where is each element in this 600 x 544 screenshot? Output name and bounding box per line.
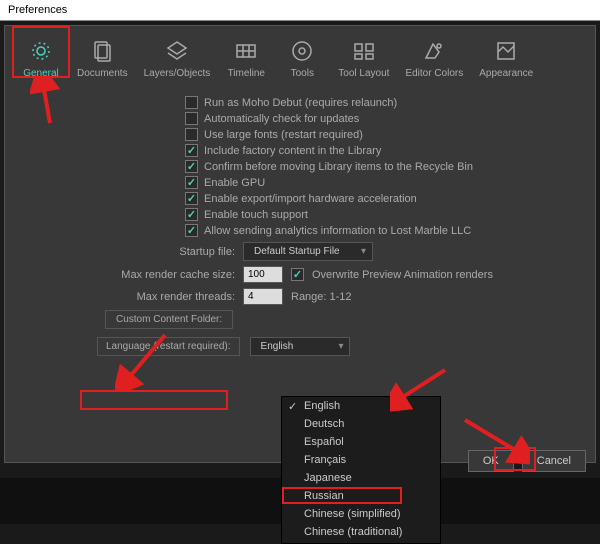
tab-label: Timeline bbox=[228, 68, 265, 79]
preferences-panel: General Documents Layers/Objects Timelin… bbox=[4, 25, 596, 463]
tab-label: Documents bbox=[77, 68, 128, 79]
title-bar: Preferences bbox=[0, 0, 600, 21]
checkbox-run-debut[interactable] bbox=[185, 96, 198, 109]
tab-label: Tool Layout bbox=[338, 68, 389, 79]
overwrite-label: Overwrite Preview Animation renders bbox=[312, 269, 493, 281]
checkbox-auto-update[interactable] bbox=[185, 112, 198, 125]
check-label: Run as Moho Debut (requires relaunch) bbox=[204, 97, 397, 109]
lang-option-chinese-traditional[interactable]: Chinese (traditional) bbox=[282, 523, 440, 543]
arrow-to-dropdown bbox=[390, 365, 450, 415]
tab-tools[interactable]: Tools bbox=[274, 32, 330, 83]
lang-option-japanese[interactable]: Japanese bbox=[282, 469, 440, 487]
gear-icon bbox=[28, 38, 54, 64]
check-label: Confirm before moving Library items to t… bbox=[204, 161, 473, 173]
arrow-to-ok bbox=[460, 415, 530, 465]
checkbox-factory-content[interactable] bbox=[185, 144, 198, 157]
check-label: Enable export/import hardware accelerati… bbox=[204, 193, 417, 205]
checkbox-confirm-recycle[interactable] bbox=[185, 160, 198, 173]
tab-general[interactable]: General bbox=[13, 32, 69, 83]
tab-appearance[interactable]: Appearance bbox=[471, 32, 541, 83]
tools-icon bbox=[289, 38, 315, 64]
tab-editor-colors[interactable]: Editor Colors bbox=[397, 32, 471, 83]
check-label: Automatically check for updates bbox=[204, 113, 359, 125]
threads-range: Range: 1-12 bbox=[291, 291, 352, 303]
layers-icon bbox=[164, 38, 190, 64]
tab-label: Layers/Objects bbox=[144, 68, 211, 79]
cache-size-input[interactable] bbox=[243, 266, 283, 283]
lang-option-russian[interactable]: Russian bbox=[282, 487, 440, 505]
tab-label: Tools bbox=[291, 68, 314, 79]
tab-timeline[interactable]: Timeline bbox=[218, 32, 274, 83]
language-menu: English Deutsch Español Français Japanes… bbox=[281, 396, 441, 544]
check-label: Allow sending analytics information to L… bbox=[204, 225, 471, 237]
check-label: Enable touch support bbox=[204, 209, 308, 221]
startup-file-dropdown[interactable]: Default Startup File bbox=[243, 242, 373, 261]
language-dropdown[interactable]: English bbox=[250, 337, 350, 356]
threads-input[interactable] bbox=[243, 288, 283, 305]
checkbox-hw-accel[interactable] bbox=[185, 192, 198, 205]
general-settings: Run as Moho Debut (requires relaunch) Au… bbox=[5, 83, 595, 366]
checkbox-overwrite-preview[interactable] bbox=[291, 268, 304, 281]
threads-label: Max render threads: bbox=[25, 291, 235, 303]
cache-label: Max render cache size: bbox=[25, 269, 235, 281]
checkbox-touch[interactable] bbox=[185, 208, 198, 221]
startup-label: Startup file: bbox=[25, 246, 235, 258]
checkbox-large-fonts[interactable] bbox=[185, 128, 198, 141]
checkbox-analytics[interactable] bbox=[185, 224, 198, 237]
lang-option-chinese-simplified[interactable]: Chinese (simplified) bbox=[282, 505, 440, 523]
checkbox-enable-gpu[interactable] bbox=[185, 176, 198, 189]
tab-label: Editor Colors bbox=[405, 68, 463, 79]
arrow-to-general bbox=[30, 78, 70, 128]
check-label: Use large fonts (restart required) bbox=[204, 129, 363, 141]
check-label: Include factory content in the Library bbox=[204, 145, 381, 157]
tab-strip: General Documents Layers/Objects Timelin… bbox=[5, 26, 595, 83]
custom-content-folder-button[interactable]: Custom Content Folder: bbox=[105, 310, 233, 329]
cancel-button[interactable]: Cancel bbox=[522, 450, 586, 472]
lang-option-espanol[interactable]: Español bbox=[282, 433, 440, 451]
lang-option-francais[interactable]: Français bbox=[282, 451, 440, 469]
tab-documents[interactable]: Documents bbox=[69, 32, 136, 83]
check-label: Enable GPU bbox=[204, 177, 265, 189]
lang-option-deutsch[interactable]: Deutsch bbox=[282, 415, 440, 433]
tab-layers[interactable]: Layers/Objects bbox=[136, 32, 219, 83]
arrow-to-language bbox=[115, 330, 175, 390]
tool-layout-icon bbox=[351, 38, 377, 64]
tab-label: Appearance bbox=[479, 68, 533, 79]
appearance-icon bbox=[493, 38, 519, 64]
timeline-icon bbox=[233, 38, 259, 64]
tab-tool-layout[interactable]: Tool Layout bbox=[330, 32, 397, 83]
documents-icon bbox=[89, 38, 115, 64]
editor-colors-icon bbox=[421, 38, 447, 64]
